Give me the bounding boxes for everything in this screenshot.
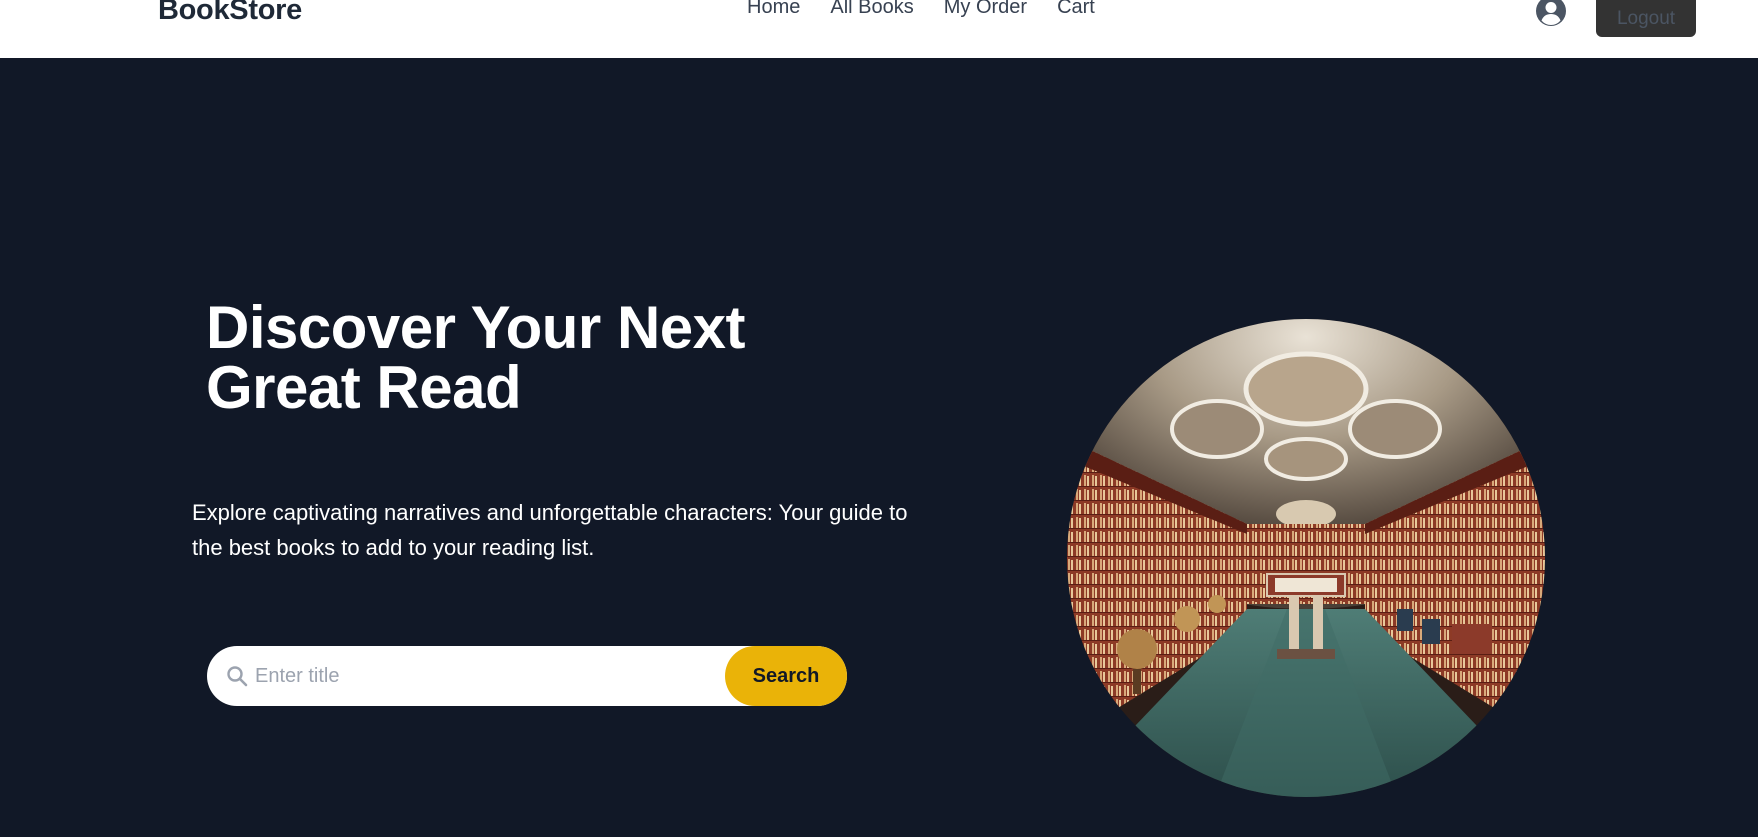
search-input[interactable] bbox=[255, 646, 715, 706]
library-hero-image bbox=[1067, 319, 1545, 797]
nav-link-my-order[interactable]: My Order bbox=[944, 0, 1027, 19]
nav-link-all-books[interactable]: All Books bbox=[830, 0, 913, 19]
nav-link-cart[interactable]: Cart bbox=[1057, 0, 1095, 19]
search-button[interactable]: Search bbox=[725, 646, 847, 706]
search-bar: Search bbox=[207, 646, 847, 706]
nav-links: Home All Books My Order Cart bbox=[747, 0, 1095, 19]
hero-subtitle: Explore captivating narratives and unfor… bbox=[192, 500, 908, 560]
logout-button[interactable]: Logout bbox=[1596, 0, 1696, 37]
navbar: BookStore Home All Books My Order Cart L… bbox=[0, 0, 1758, 58]
hero-title-line2: Great Read bbox=[206, 354, 522, 421]
nav-link-home[interactable]: Home bbox=[747, 0, 800, 19]
hero-title-line1: Discover Your Next bbox=[206, 294, 746, 361]
library-illustration bbox=[1067, 319, 1545, 797]
user-circle-icon[interactable] bbox=[1535, 0, 1567, 27]
search-icon bbox=[227, 666, 248, 687]
brand-logo[interactable]: BookStore bbox=[158, 0, 302, 27]
hero-title: Discover Your Next Great Read bbox=[206, 298, 826, 418]
